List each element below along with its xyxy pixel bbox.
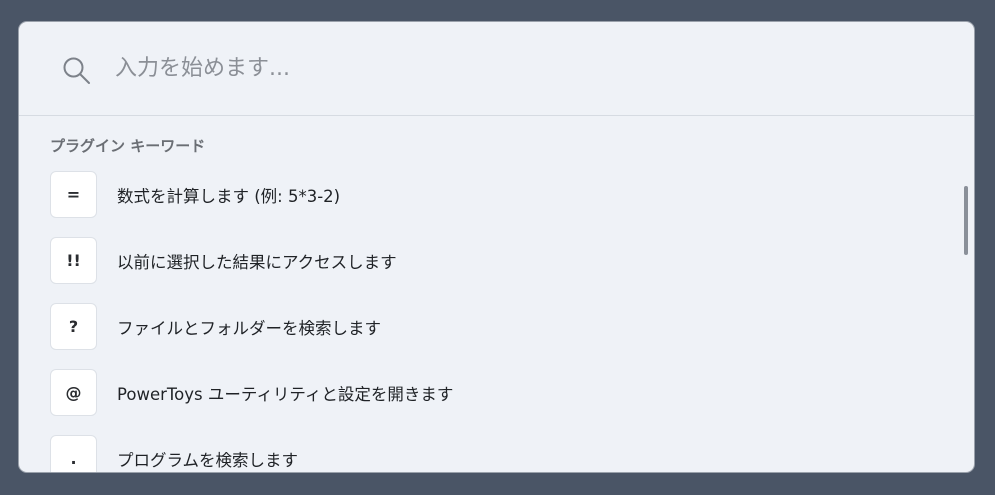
keyword-badge: !! [50,237,97,284]
item-label: 以前に選択した結果にアクセスします [117,253,397,272]
launcher-window: プラグイン キーワード = 数式を計算します (例: 5*3-2) !! 以前に… [18,21,975,473]
keyword-badge: . [50,435,97,472]
scrollbar-thumb[interactable] [964,186,968,255]
list-item-file-search[interactable]: ? ファイルとフォルダーを検索します [19,303,949,363]
keyword-badge: = [50,171,97,218]
search-bar [19,22,974,116]
item-label: ファイルとフォルダーを検索します [117,319,381,338]
list-item-program-search[interactable]: . プログラムを検索します [19,435,949,472]
list-item-calculator[interactable]: = 数式を計算します (例: 5*3-2) [19,171,949,231]
item-label: PowerToys ユーティリティと設定を開きます [117,385,454,404]
search-input[interactable] [115,48,935,88]
search-icon [63,57,90,84]
section-title: プラグイン キーワード [50,137,206,155]
list-item-history[interactable]: !! 以前に選択した結果にアクセスします [19,237,949,297]
item-label: プログラムを検索します [117,451,299,470]
list-item-powertoys[interactable]: @ PowerToys ユーティリティと設定を開きます [19,369,949,429]
item-label: 数式を計算します (例: 5*3-2) [117,187,341,206]
keyword-badge: @ [50,369,97,416]
keyword-badge: ? [50,303,97,350]
